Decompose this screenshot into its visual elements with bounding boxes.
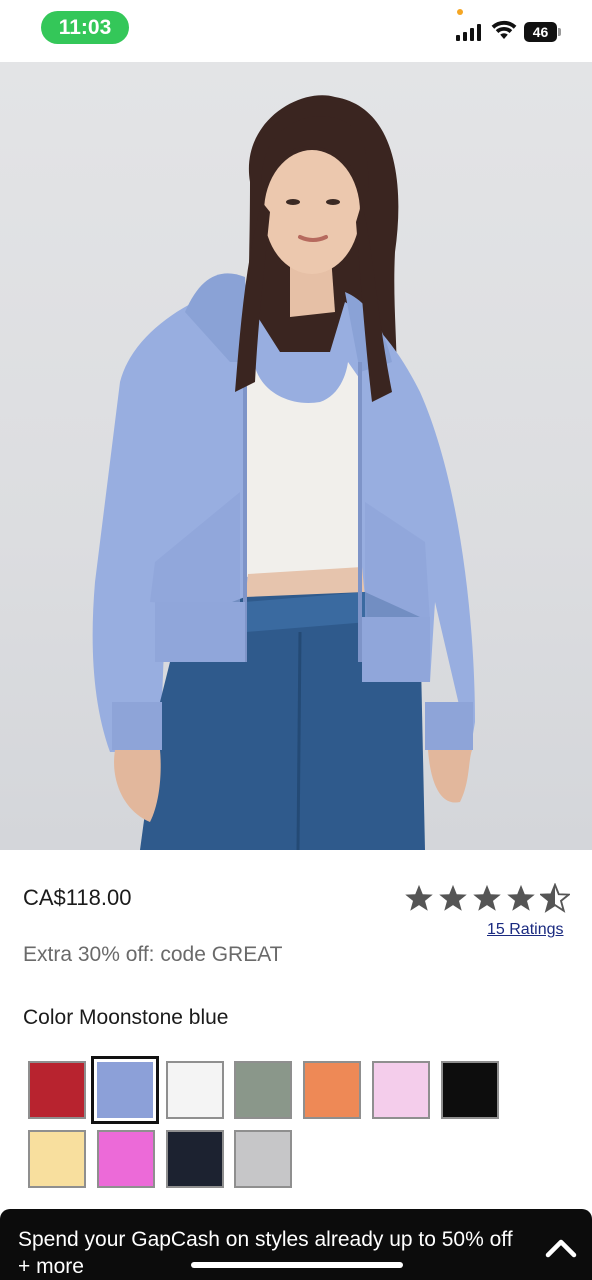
star-icon bbox=[507, 884, 535, 911]
status-bar: 11:03 46 bbox=[0, 0, 592, 62]
model-photo-illustration bbox=[92, 95, 475, 850]
star-icon bbox=[405, 884, 433, 911]
swatch-orange[interactable] bbox=[303, 1061, 361, 1119]
star-rating[interactable] bbox=[404, 883, 570, 913]
swatch-red[interactable] bbox=[28, 1061, 86, 1119]
star-icon bbox=[473, 884, 501, 911]
swatch-navy[interactable] bbox=[166, 1130, 224, 1188]
privacy-indicator-dot bbox=[457, 9, 463, 15]
swatch-pink[interactable] bbox=[97, 1130, 155, 1188]
swatch-moonstone-blue[interactable] bbox=[91, 1056, 159, 1124]
swatch-yellow[interactable] bbox=[28, 1130, 86, 1188]
home-indicator[interactable] bbox=[191, 1262, 403, 1268]
half-star-icon bbox=[540, 883, 570, 913]
gapcash-banner[interactable]: Spend your GapCash on styles already up … bbox=[0, 1209, 592, 1280]
chevron-up-icon[interactable] bbox=[544, 1235, 578, 1259]
status-time: 11:03 bbox=[41, 11, 129, 44]
battery-level: 46 bbox=[524, 22, 557, 42]
color-label: Color Moonstone blue bbox=[23, 1006, 228, 1030]
selected-color-name: Moonstone blue bbox=[79, 1006, 229, 1029]
star-icon bbox=[439, 884, 467, 911]
swatch-black[interactable] bbox=[441, 1061, 499, 1119]
swatch-white[interactable] bbox=[166, 1061, 224, 1119]
promo-text: Extra 30% off: code GREAT bbox=[23, 943, 283, 966]
ratings-link[interactable]: 15 Ratings bbox=[487, 921, 564, 939]
swatch-heather-grey[interactable] bbox=[234, 1130, 292, 1188]
battery-icon: 46 bbox=[524, 22, 562, 42]
swatch-light-pink[interactable] bbox=[372, 1061, 430, 1119]
wifi-icon bbox=[491, 20, 517, 39]
product-price: CA$118.00 bbox=[23, 885, 132, 910]
product-image[interactable] bbox=[0, 62, 592, 850]
swatch-sage-green[interactable] bbox=[234, 1061, 292, 1119]
color-label-prefix: Color bbox=[23, 1006, 74, 1029]
banner-text: Spend your GapCash on styles already up … bbox=[18, 1228, 513, 1278]
cellular-signal-icon bbox=[456, 24, 481, 41]
